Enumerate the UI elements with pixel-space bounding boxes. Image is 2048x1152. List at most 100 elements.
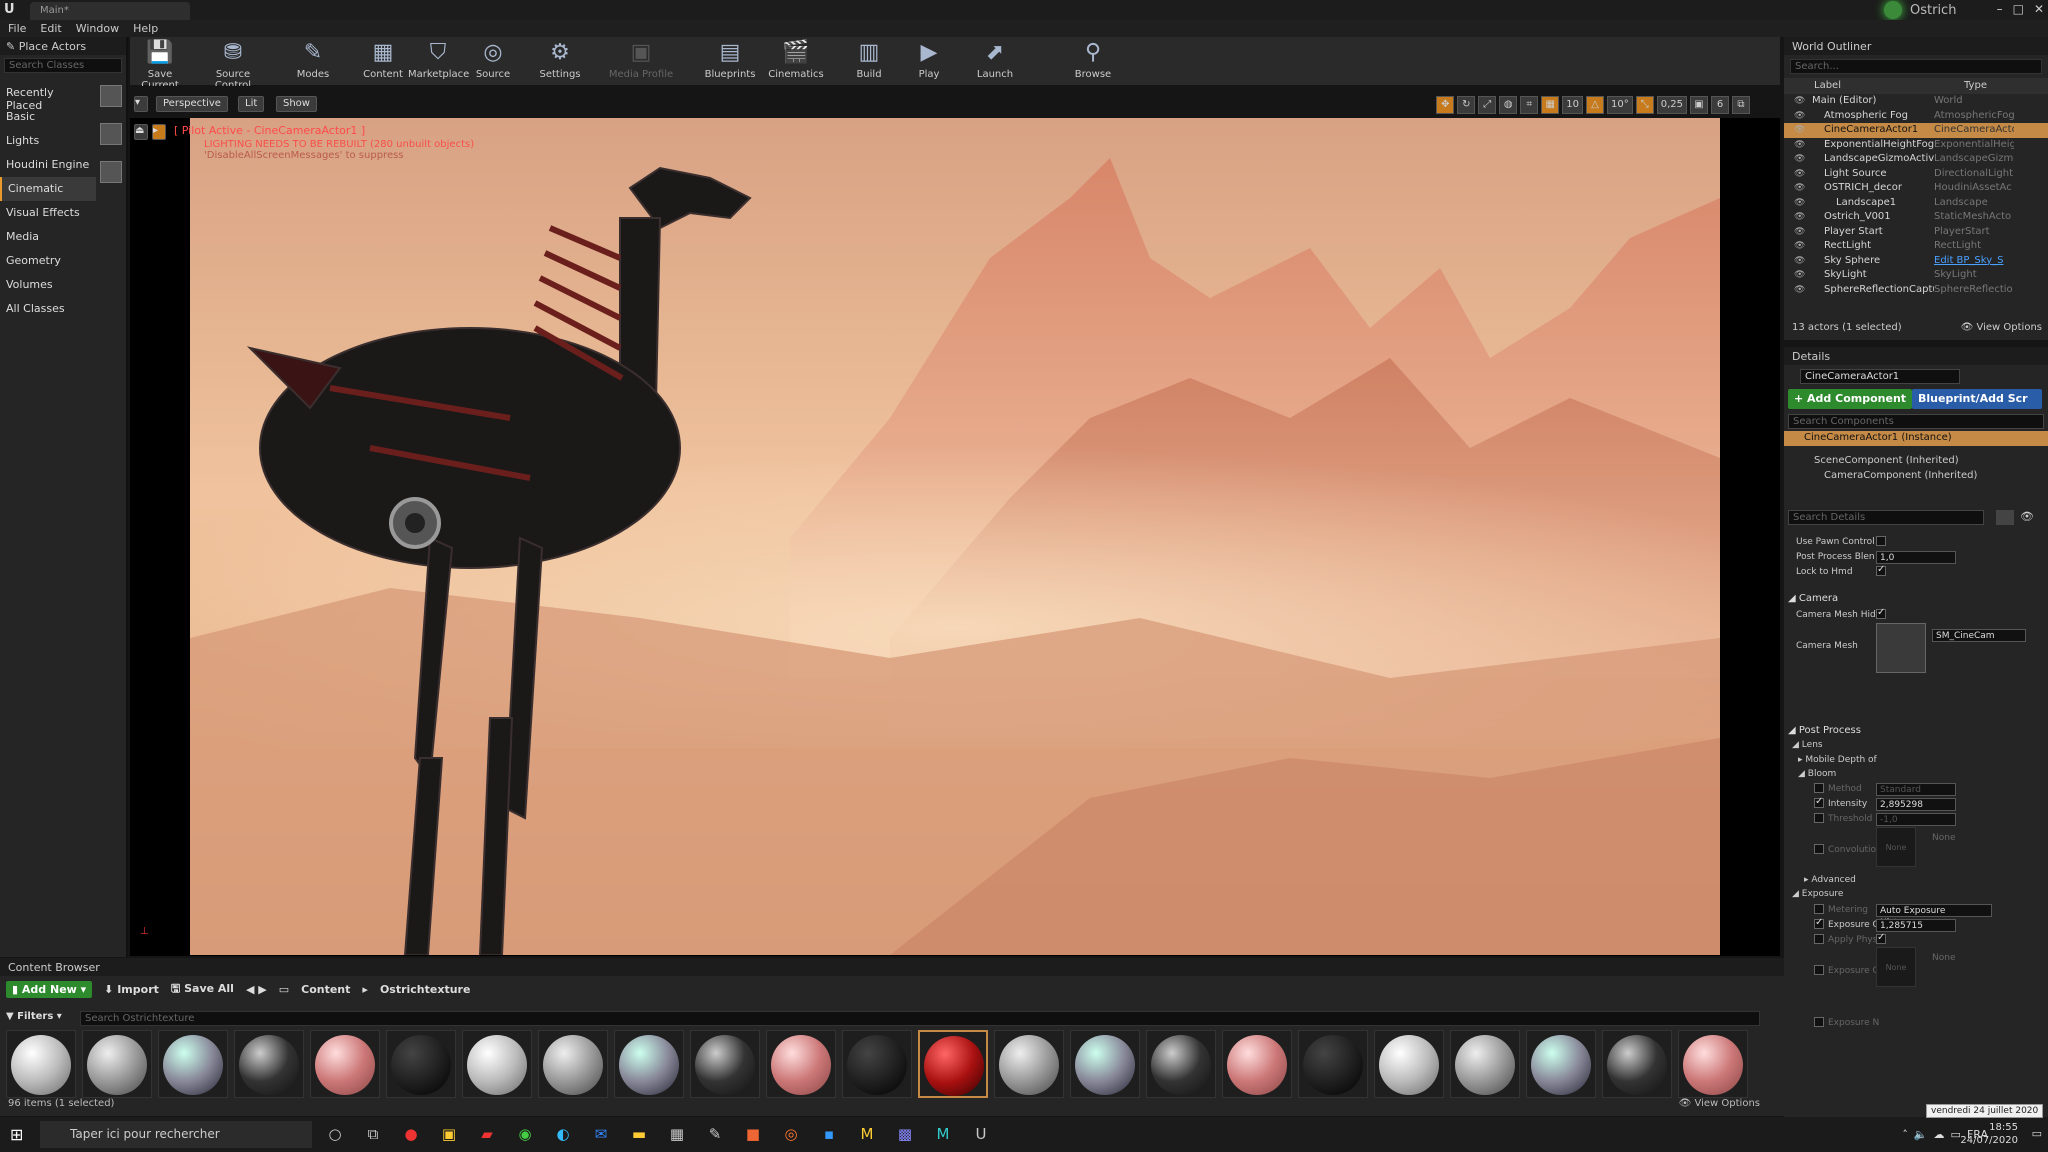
- camera-component-row[interactable]: CameraComponent (Inherited): [1824, 470, 1977, 481]
- asset-thumbnail[interactable]: [386, 1030, 456, 1098]
- close-icon[interactable]: ✕: [2034, 2, 2044, 16]
- search-components-input[interactable]: Search Components: [1788, 414, 2044, 429]
- asset-thumbnail[interactable]: [918, 1030, 988, 1098]
- asset-thumbnail[interactable]: [234, 1030, 304, 1098]
- unreal-taskbar-icon[interactable]: U: [966, 1121, 996, 1148]
- folder-icon[interactable]: ▭: [279, 983, 289, 996]
- asset-thumbnail[interactable]: [690, 1030, 760, 1098]
- convolution-checkbox[interactable]: [1814, 844, 1824, 854]
- build-button[interactable]: ▥ Build: [846, 39, 892, 80]
- asset-thumbnail[interactable]: [1070, 1030, 1140, 1098]
- app-grid-icon[interactable]: ▦: [662, 1121, 692, 1148]
- content-view-options[interactable]: 👁 View Options: [1679, 1098, 1760, 1109]
- camera-actor-icon[interactable]: [100, 85, 122, 107]
- outliner-row[interactable]: 👁 Ostrich_V001 StaticMeshActo: [1784, 210, 2048, 225]
- search-details-input[interactable]: Search Details: [1788, 510, 1984, 525]
- visibility-eye-icon[interactable]: 👁: [1794, 123, 1806, 138]
- outliner-row[interactable]: 👁 Sky Sphere Edit BP_Sky_S: [1784, 254, 2048, 269]
- pilot-camera-icon[interactable]: ▸: [152, 124, 166, 140]
- outliner-row[interactable]: 👁 Atmospheric Fog AtmosphericFog: [1784, 109, 2048, 124]
- threshold-input[interactable]: -1,0: [1876, 813, 1956, 826]
- visibility-eye-icon[interactable]: 👁: [1794, 283, 1806, 298]
- outliner-row[interactable]: 👁 SphereReflectionCaptureSphereReflectio: [1784, 283, 2048, 298]
- apply-phys-checkbox[interactable]: [1814, 934, 1824, 944]
- asset-thumbnail[interactable]: [842, 1030, 912, 1098]
- menu-file[interactable]: File: [8, 20, 26, 37]
- asset-thumbnail[interactable]: [538, 1030, 608, 1098]
- use-pawn-checkbox[interactable]: [1876, 536, 1886, 546]
- cloud-icon[interactable]: ☁: [1934, 1121, 1945, 1148]
- houdini-icon[interactable]: ◎: [776, 1121, 806, 1148]
- camera-mesh-dropdown[interactable]: SM_CineCam: [1932, 629, 2026, 642]
- method-dropdown[interactable]: Standard: [1876, 783, 1956, 796]
- menu-help[interactable]: Help: [133, 20, 158, 37]
- camera-mesh-hidden-checkbox[interactable]: [1876, 607, 1886, 619]
- translate-icon[interactable]: ✥: [1436, 96, 1455, 114]
- lock-hmd-checkbox[interactable]: [1876, 564, 1886, 576]
- maximize-viewport-icon[interactable]: ⧉: [1732, 96, 1750, 114]
- menu-edit[interactable]: Edit: [40, 20, 61, 37]
- category-houdini-engine[interactable]: Houdini Engine: [0, 153, 96, 177]
- maya-icon[interactable]: M: [852, 1121, 882, 1148]
- visibility-eye-icon[interactable]: 👁: [1794, 196, 1806, 211]
- visibility-eye-icon[interactable]: 👁: [1794, 138, 1806, 153]
- blueprint-button[interactable]: Blueprint/Add Scr: [1912, 389, 2042, 409]
- exposure-c-input[interactable]: 1,285715: [1876, 919, 1956, 932]
- apply-phys-value-checkbox[interactable]: [1876, 932, 1886, 944]
- grid-snap-value[interactable]: 10: [1562, 96, 1583, 114]
- scale-icon[interactable]: ⤢: [1478, 96, 1497, 114]
- grid-view-icon[interactable]: [1996, 510, 2014, 525]
- category-all-classes[interactable]: All Classes: [0, 297, 96, 321]
- type-column-header[interactable]: Type: [1964, 80, 1987, 94]
- taskbar-clock[interactable]: 18:55 24/07/2020: [1960, 1121, 2018, 1147]
- scale-snap-icon[interactable]: ⤡: [1635, 96, 1654, 114]
- outliner-row[interactable]: 👁 CineCameraActor1 CineCameraActor: [1784, 123, 2048, 138]
- category-volumes[interactable]: Volumes: [0, 273, 96, 297]
- settings-button[interactable]: ⚙ Settings: [534, 39, 586, 80]
- method-checkbox[interactable]: [1814, 783, 1824, 793]
- asset-thumbnail[interactable]: [1374, 1030, 1444, 1098]
- edge-icon[interactable]: ◐: [548, 1121, 578, 1148]
- bloom-group[interactable]: ◢ Bloom: [1798, 769, 1836, 779]
- camera-speed-value[interactable]: 6: [1711, 96, 1729, 114]
- rotation-snap-icon[interactable]: △: [1586, 96, 1604, 114]
- asset-thumbnail[interactable]: [614, 1030, 684, 1098]
- category-cinematic[interactable]: Cinematic: [0, 177, 96, 201]
- level-viewport[interactable]: ▾ Perspective Lit Show ✥ ↻ ⤢ ◍ ⌗ ▦ 10 △ …: [130, 86, 1780, 956]
- content-button[interactable]: ▦ Content: [360, 39, 406, 80]
- advanced-group[interactable]: ▸ Advanced: [1804, 875, 1856, 885]
- exposure-n-checkbox[interactable]: [1814, 1017, 1824, 1027]
- visibility-eye-icon[interactable]: 👁: [1794, 94, 1806, 109]
- threshold-checkbox[interactable]: [1814, 813, 1824, 823]
- lit-button[interactable]: Lit: [238, 96, 265, 112]
- outlook-icon[interactable]: ✉: [586, 1121, 616, 1148]
- rendered-scene[interactable]: [190, 118, 1720, 955]
- tray-arrow-icon[interactable]: ˄: [1902, 1121, 1908, 1148]
- eye-icon[interactable]: 👁: [2020, 510, 2034, 523]
- import-button[interactable]: ⬇ Import: [104, 983, 159, 996]
- exposure-group[interactable]: ◢ Exposure: [1792, 889, 1843, 899]
- asset-thumbnail[interactable]: [1602, 1030, 1672, 1098]
- visibility-eye-icon[interactable]: 👁: [1794, 268, 1806, 283]
- explorer-icon[interactable]: ▬: [624, 1121, 654, 1148]
- category-geometry[interactable]: Geometry: [0, 249, 96, 273]
- notification-icon[interactable]: ▭: [2032, 1127, 2042, 1140]
- category-recently-placed[interactable]: Recently Placed: [0, 81, 96, 112]
- menu-window[interactable]: Window: [76, 20, 119, 37]
- blueprints-button[interactable]: ▤ Blueprints: [702, 39, 758, 80]
- add-component-button[interactable]: + Add Component: [1788, 389, 1913, 409]
- cine-camera-icon[interactable]: [100, 123, 122, 145]
- grid-snap-icon[interactable]: ▦: [1541, 96, 1560, 114]
- source-control-button[interactable]: ⛃Source Control: [198, 39, 268, 91]
- outliner-row[interactable]: 👁 SkyLight SkyLight: [1784, 268, 2048, 283]
- browse-button[interactable]: ⚲ Browse: [1068, 39, 1118, 80]
- asset-thumbnail[interactable]: [310, 1030, 380, 1098]
- outliner-row[interactable]: 👁 Light Source DirectionalLight: [1784, 167, 2048, 182]
- marketplace-button[interactable]: ⛉ Marketplace: [408, 39, 469, 80]
- task-view-icon[interactable]: ⧉: [358, 1121, 388, 1148]
- modes-button[interactable]: ✎ Modes: [290, 39, 336, 80]
- rotate-icon[interactable]: ↻: [1457, 96, 1476, 114]
- instance-row[interactable]: CineCameraActor1 (Instance): [1784, 431, 2048, 446]
- outliner-row[interactable]: 👁 Main (Editor) World: [1784, 94, 2048, 109]
- asset-thumbnail[interactable]: [994, 1030, 1064, 1098]
